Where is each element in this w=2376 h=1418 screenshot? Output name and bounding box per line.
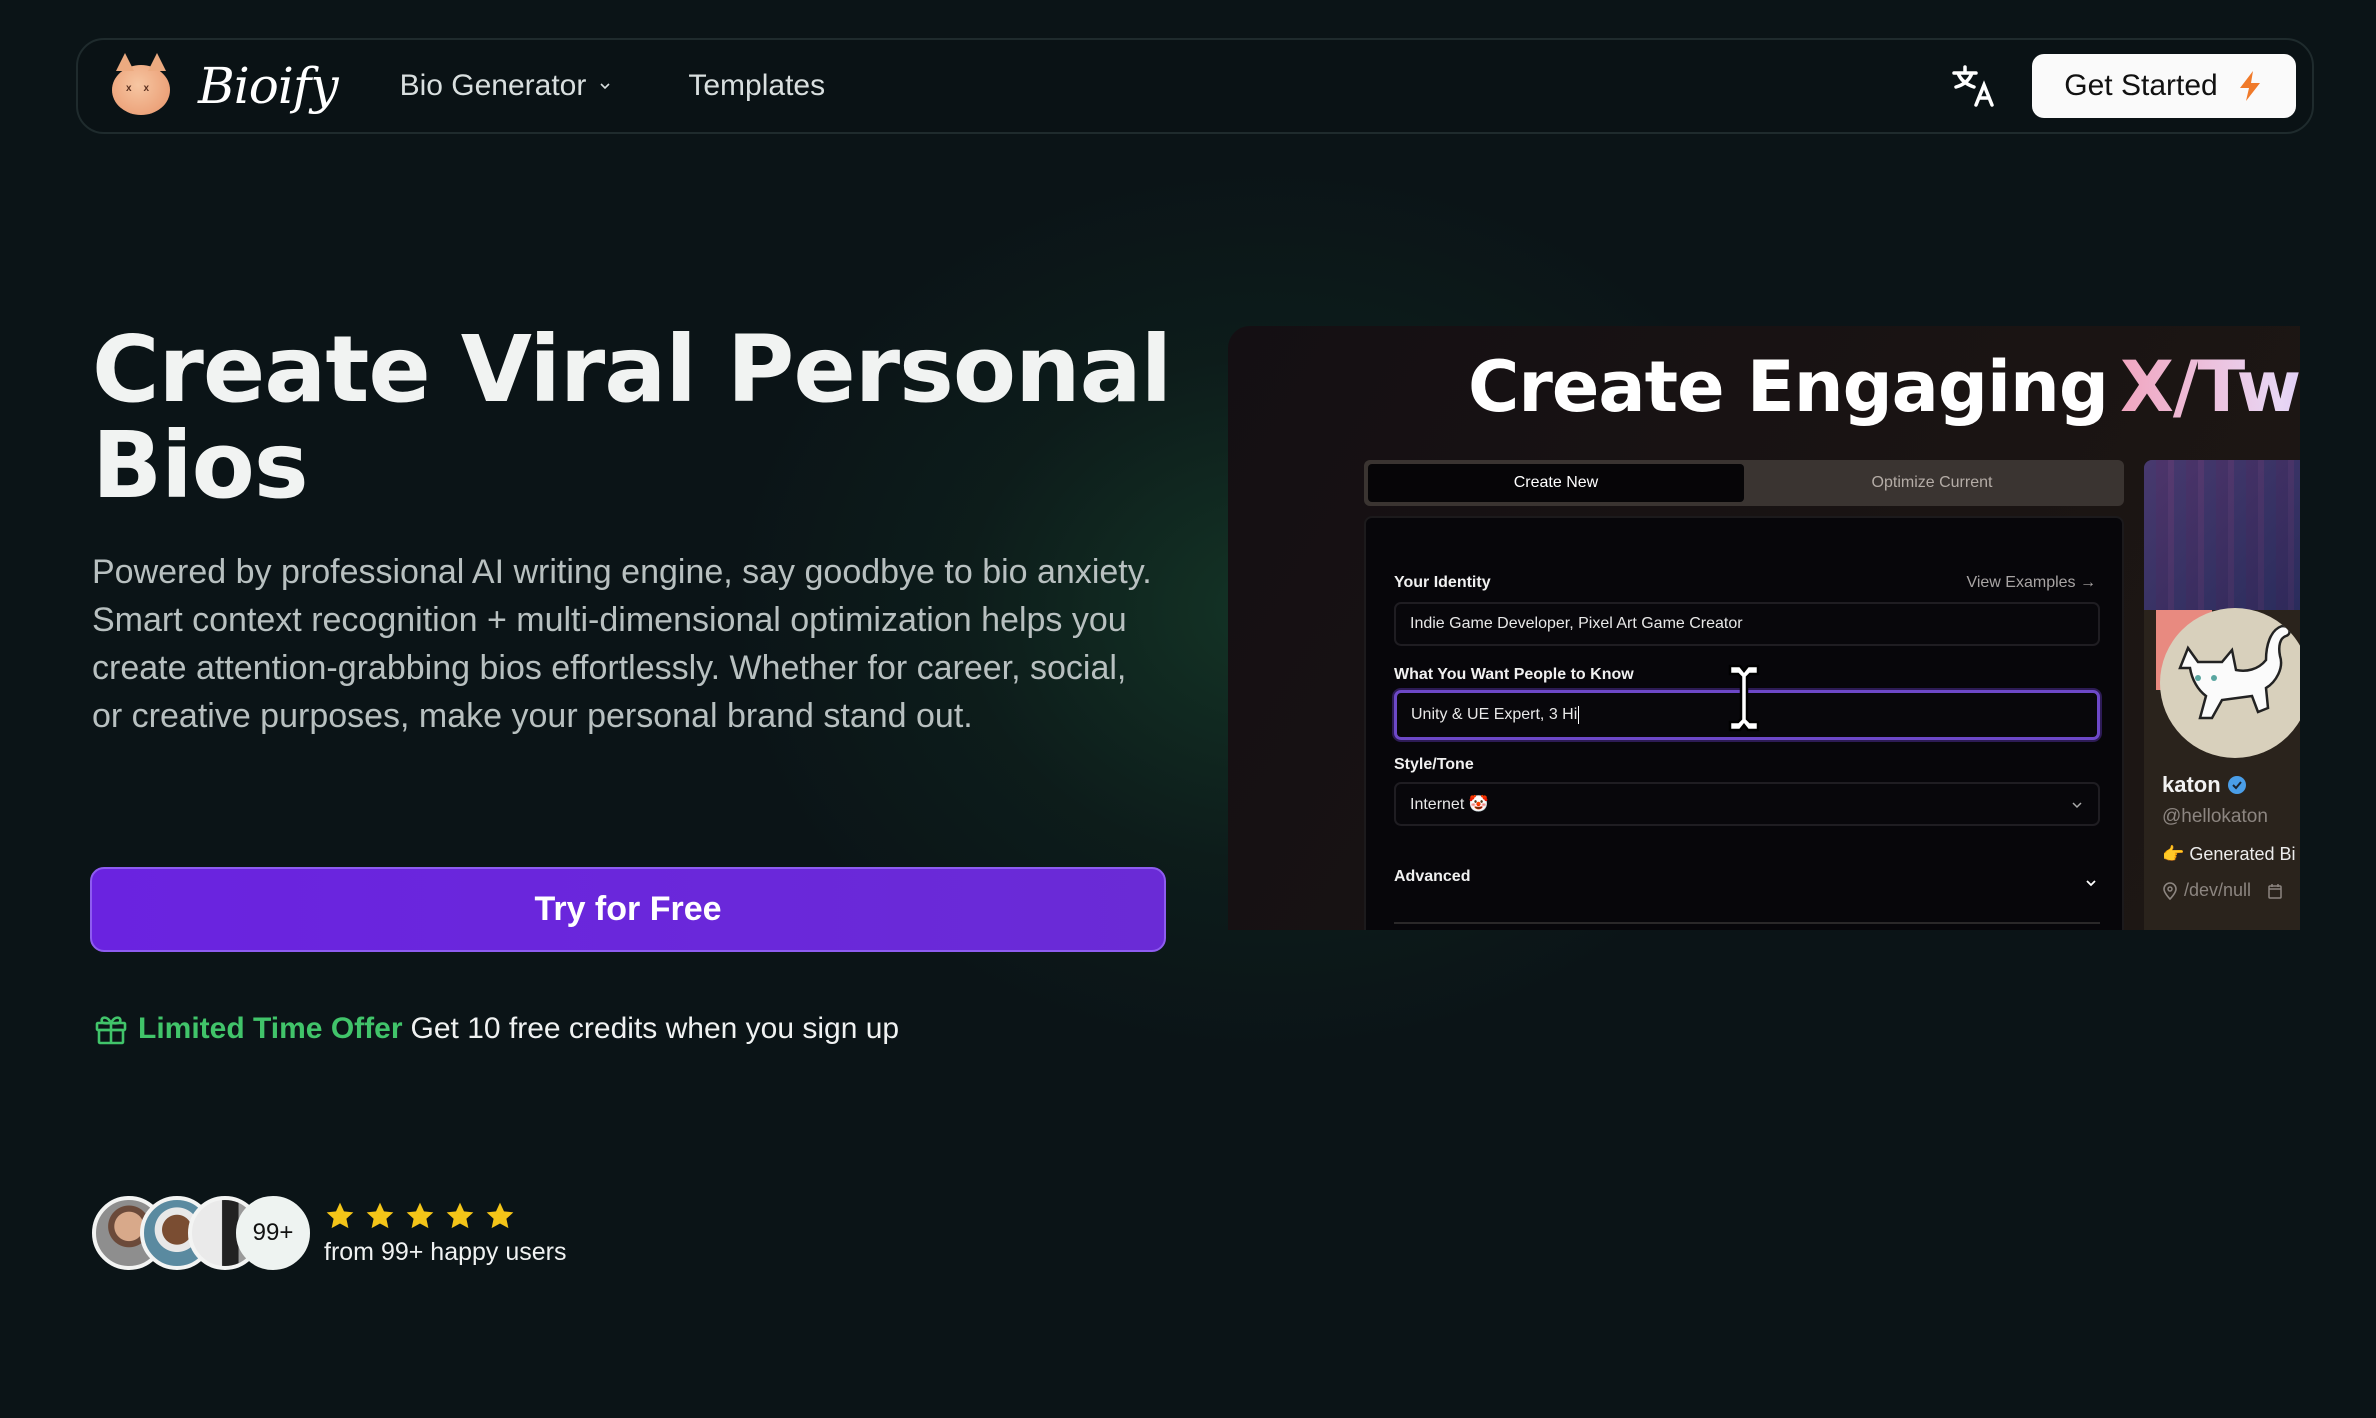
identity-label: Your Identity: [1394, 574, 1491, 591]
social-proof-caption: from 99+ happy users: [324, 1237, 567, 1266]
star-icon: [486, 1202, 514, 1228]
get-started-label: Get Started: [2064, 69, 2218, 102]
know-input-value: Unity & UE Expert, 3 Hi: [1411, 706, 1578, 723]
pixel-cat-icon: [2178, 624, 2291, 720]
calendar-icon: [2268, 883, 2282, 899]
profile-preview-card: katon @hellokaton 👉 Generated Bi /dev/nu…: [2144, 460, 2300, 930]
chevron-down-icon[interactable]: [2084, 876, 2098, 890]
nav-templates[interactable]: Templates: [688, 69, 825, 103]
limited-offer: Limited Time Offer Get 10 free credits w…: [94, 1012, 899, 1046]
verified-badge-icon: [2227, 776, 2246, 794]
profile-name-text: katon: [2162, 772, 2221, 797]
nav-templates-label: Templates: [688, 69, 826, 102]
gift-icon: [95, 1016, 127, 1045]
identity-input[interactable]: Indie Game Developer, Pixel Art Game Cre…: [1394, 602, 2100, 646]
divider: [1394, 922, 2100, 924]
style-select-value: Internet 🤡: [1410, 796, 1489, 813]
get-started-button[interactable]: Get Started: [2032, 54, 2296, 118]
offer-highlight: Limited Time Offer: [138, 1012, 403, 1045]
profile-location-text: /dev/null: [2184, 880, 2252, 900]
identity-input-value: Indie Game Developer, Pixel Art Game Cre…: [1410, 615, 1743, 632]
social-proof: 99+ from 99+ happy users: [92, 1196, 567, 1270]
profile-handle: @hellokaton: [2162, 806, 2268, 827]
style-select[interactable]: Internet 🤡: [1394, 782, 2100, 826]
location-pin-icon: [2163, 881, 2177, 900]
profile-location: /dev/null: [2162, 880, 2283, 901]
profile-name: katon: [2162, 772, 2247, 798]
profile-avatar: [2160, 608, 2300, 758]
brand-logo[interactable]: xx Bioify: [112, 53, 339, 115]
text-cursor-icon: [1728, 664, 1760, 732]
view-examples-link[interactable]: View Examples →: [1966, 574, 2096, 592]
text-caret: [1578, 706, 1580, 724]
hero-title: Create Viral Personal Bios: [92, 316, 1172, 519]
know-label: What You Want People to Know: [1394, 666, 1634, 683]
advanced-toggle[interactable]: Advanced: [1394, 868, 1470, 886]
preview-title-main: Create Engaging: [1468, 346, 2109, 428]
product-preview: Create EngagingX/Twitt Create New Optimi…: [1228, 326, 2300, 930]
brand-name: Bioify: [198, 57, 339, 115]
tab-create-new[interactable]: Create New: [1368, 464, 1744, 502]
hero-description: Powered by professional AI writing engin…: [92, 553, 1152, 735]
offer-text: Get 10 free credits when you sign up: [410, 1012, 900, 1045]
star-icon: [326, 1202, 354, 1228]
nav-bio-generator-label: Bio Generator: [399, 69, 587, 102]
lightning-bolt-icon: [2239, 71, 2260, 101]
top-navbar: xx Bioify Bio Generator Templates Get St…: [76, 38, 2314, 134]
preview-title: Create EngagingX/Twitt: [1468, 346, 2300, 428]
avatar-count-badge: 99+: [236, 1196, 310, 1270]
cat-mascot-icon: xx: [112, 53, 170, 115]
chevron-down-icon: [600, 83, 610, 90]
profile-banner: [2144, 460, 2300, 610]
rating-stars: [324, 1200, 567, 1232]
avatar-group: 99+: [92, 1196, 310, 1270]
try-for-free-button[interactable]: Try for Free: [90, 867, 1166, 952]
mode-tabs: Create New Optimize Current: [1364, 460, 2124, 506]
nav-bio-generator[interactable]: Bio Generator: [400, 69, 613, 103]
chevron-down-icon: [2072, 802, 2082, 809]
tab-optimize-current[interactable]: Optimize Current: [1744, 464, 2120, 502]
star-icon: [406, 1202, 434, 1228]
style-label: Style/Tone: [1394, 756, 1474, 773]
star-icon: [446, 1202, 474, 1228]
translate-icon[interactable]: [1950, 61, 2000, 111]
profile-bio: 👉 Generated Bi: [2162, 844, 2296, 864]
preview-title-accent: X/Twitt: [2120, 346, 2300, 428]
star-icon: [366, 1202, 394, 1228]
